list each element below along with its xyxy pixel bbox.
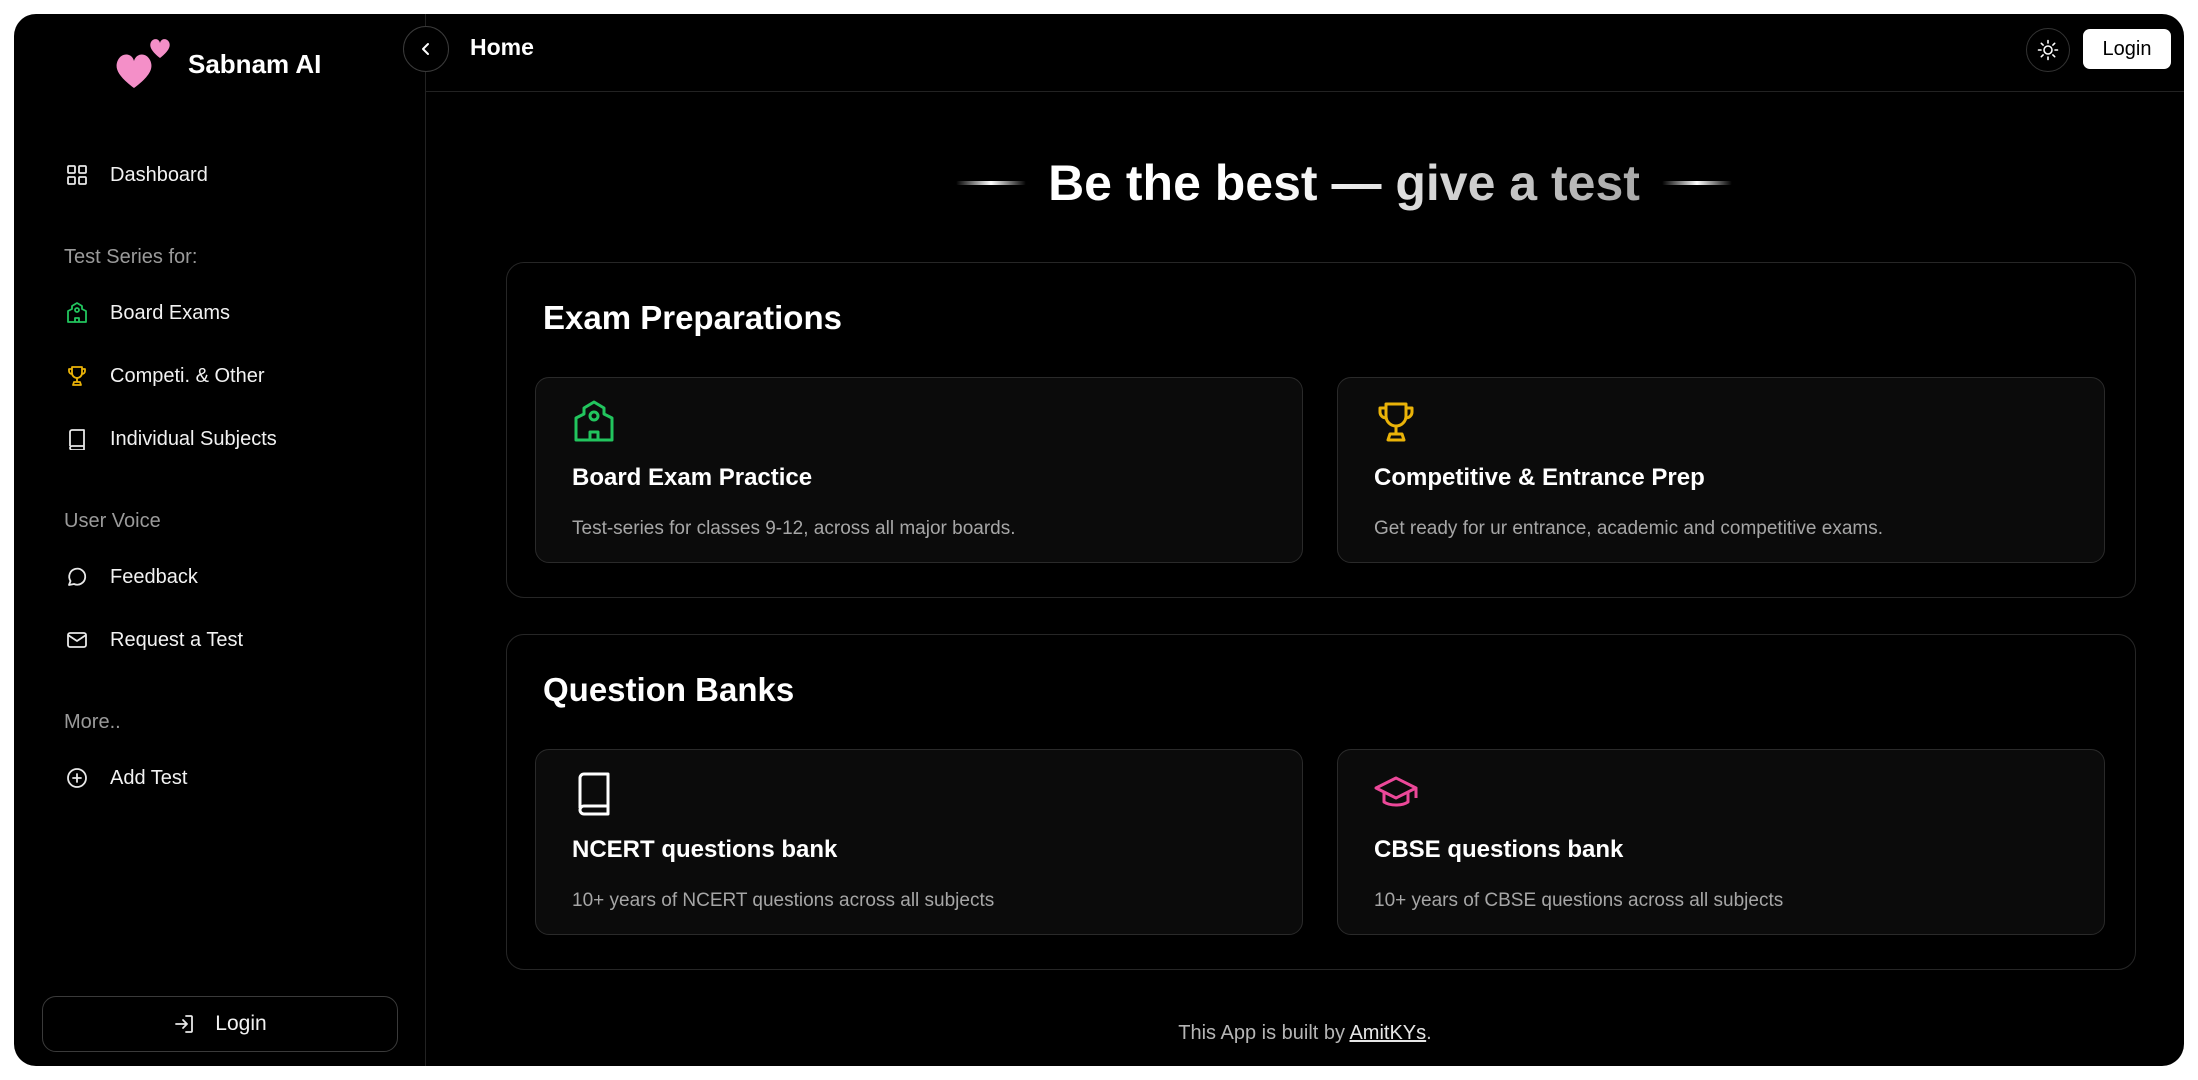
footer-prefix: This App is built by bbox=[1178, 1022, 1350, 1044]
sidebar-item-label: Feedback bbox=[110, 565, 198, 588]
sun-icon bbox=[2037, 39, 2059, 61]
school-icon bbox=[570, 398, 618, 446]
competitive-entrance-prep-card[interactable]: Competitive & Entrance Prep Get ready fo… bbox=[1337, 377, 2105, 563]
sidebar-item-add-test[interactable]: Add Test bbox=[64, 763, 187, 793]
app-window: Sabnam AI Dashboard Test Series for: Boa… bbox=[14, 14, 2184, 1066]
theme-toggle-button[interactable] bbox=[2026, 28, 2070, 72]
hearts-icon bbox=[114, 32, 178, 92]
sidebar: Sabnam AI Dashboard Test Series for: Boa… bbox=[14, 14, 426, 1066]
sidebar-item-request-test[interactable]: Request a Test bbox=[64, 625, 243, 655]
question-banks-section: Question Banks NCERT questions bank 10+ … bbox=[506, 634, 2136, 970]
card-description: Test-series for classes 9-12, across all… bbox=[572, 518, 1016, 539]
hero-heading: Be the best — give a test bbox=[914, 154, 1774, 212]
card-description: 10+ years of NCERT questions across all … bbox=[572, 890, 995, 911]
sidebar-item-label: Competi. & Other bbox=[110, 364, 265, 387]
sidebar-item-label: Request a Test bbox=[110, 628, 244, 651]
sidebar-item-label: Dashboard bbox=[110, 163, 208, 186]
plus-circle-icon bbox=[64, 765, 90, 791]
sidebar-item-board-exams[interactable]: Board Exams bbox=[64, 298, 230, 328]
hero-divider-left bbox=[956, 181, 1027, 185]
card-title: Board Exam Practice bbox=[572, 464, 813, 491]
sidebar-item-competitive[interactable]: Competi. & Other bbox=[64, 361, 265, 391]
section-label-more: More.. bbox=[64, 711, 121, 733]
chevron-left-icon bbox=[418, 41, 434, 57]
sidebar-item-label: Individual Subjects bbox=[110, 427, 277, 450]
grid-icon bbox=[64, 162, 90, 188]
hero-divider-right bbox=[1661, 181, 1732, 185]
brand[interactable]: Sabnam AI bbox=[114, 32, 321, 92]
ncert-questions-bank-card[interactable]: NCERT questions bank 10+ years of NCERT … bbox=[535, 749, 1303, 935]
login-button[interactable]: Login bbox=[2083, 29, 2171, 69]
collapse-sidebar-button[interactable] bbox=[403, 26, 449, 72]
page-title: Home bbox=[470, 34, 534, 60]
section-title: Question Banks bbox=[543, 671, 795, 708]
cbse-questions-bank-card[interactable]: CBSE questions bank 10+ years of CBSE qu… bbox=[1337, 749, 2105, 935]
card-title: Competitive & Entrance Prep bbox=[1374, 464, 1705, 491]
card-title: CBSE questions bank bbox=[1374, 836, 1624, 863]
footer-credit: This App is built by AmitKYs. bbox=[426, 1022, 2184, 1045]
graduation-cap-icon bbox=[1372, 770, 1420, 818]
sidebar-item-label: Add Test bbox=[110, 766, 188, 789]
section-title: Exam Preparations bbox=[543, 299, 842, 336]
trophy-icon bbox=[64, 363, 90, 389]
trophy-icon bbox=[1372, 398, 1420, 446]
top-bar: Home Login bbox=[426, 14, 2184, 92]
sidebar-item-feedback[interactable]: Feedback bbox=[64, 562, 198, 592]
board-exam-practice-card[interactable]: Board Exam Practice Test-series for clas… bbox=[535, 377, 1303, 563]
hero-text: Be the best — give a test bbox=[1048, 155, 1640, 211]
login-icon bbox=[173, 1013, 195, 1035]
sidebar-item-dashboard[interactable]: Dashboard bbox=[64, 160, 208, 190]
sidebar-login-label: Login bbox=[215, 1012, 267, 1035]
mail-icon bbox=[64, 627, 90, 653]
sidebar-item-individual-subjects[interactable]: Individual Subjects bbox=[64, 424, 277, 454]
sidebar-item-label: Board Exams bbox=[110, 301, 231, 324]
brand-name: Sabnam AI bbox=[188, 48, 322, 79]
card-description: 10+ years of CBSE questions across all s… bbox=[1374, 890, 1784, 911]
chat-bubble-icon bbox=[64, 564, 90, 590]
card-title: NCERT questions bank bbox=[572, 836, 838, 863]
author-link[interactable]: AmitKYs bbox=[1349, 1022, 1426, 1044]
section-label-user-voice: User Voice bbox=[64, 510, 161, 532]
footer-suffix: . bbox=[1426, 1022, 1432, 1044]
card-description: Get ready for ur entrance, academic and … bbox=[1374, 518, 1884, 539]
exam-preparations-section: Exam Preparations Board Exam Practice Te… bbox=[506, 262, 2136, 598]
book-icon bbox=[64, 426, 90, 452]
sidebar-login-button[interactable]: Login bbox=[42, 996, 398, 1052]
school-icon bbox=[64, 300, 90, 326]
section-label-test-series: Test Series for: bbox=[64, 246, 198, 268]
book-icon bbox=[570, 770, 618, 818]
